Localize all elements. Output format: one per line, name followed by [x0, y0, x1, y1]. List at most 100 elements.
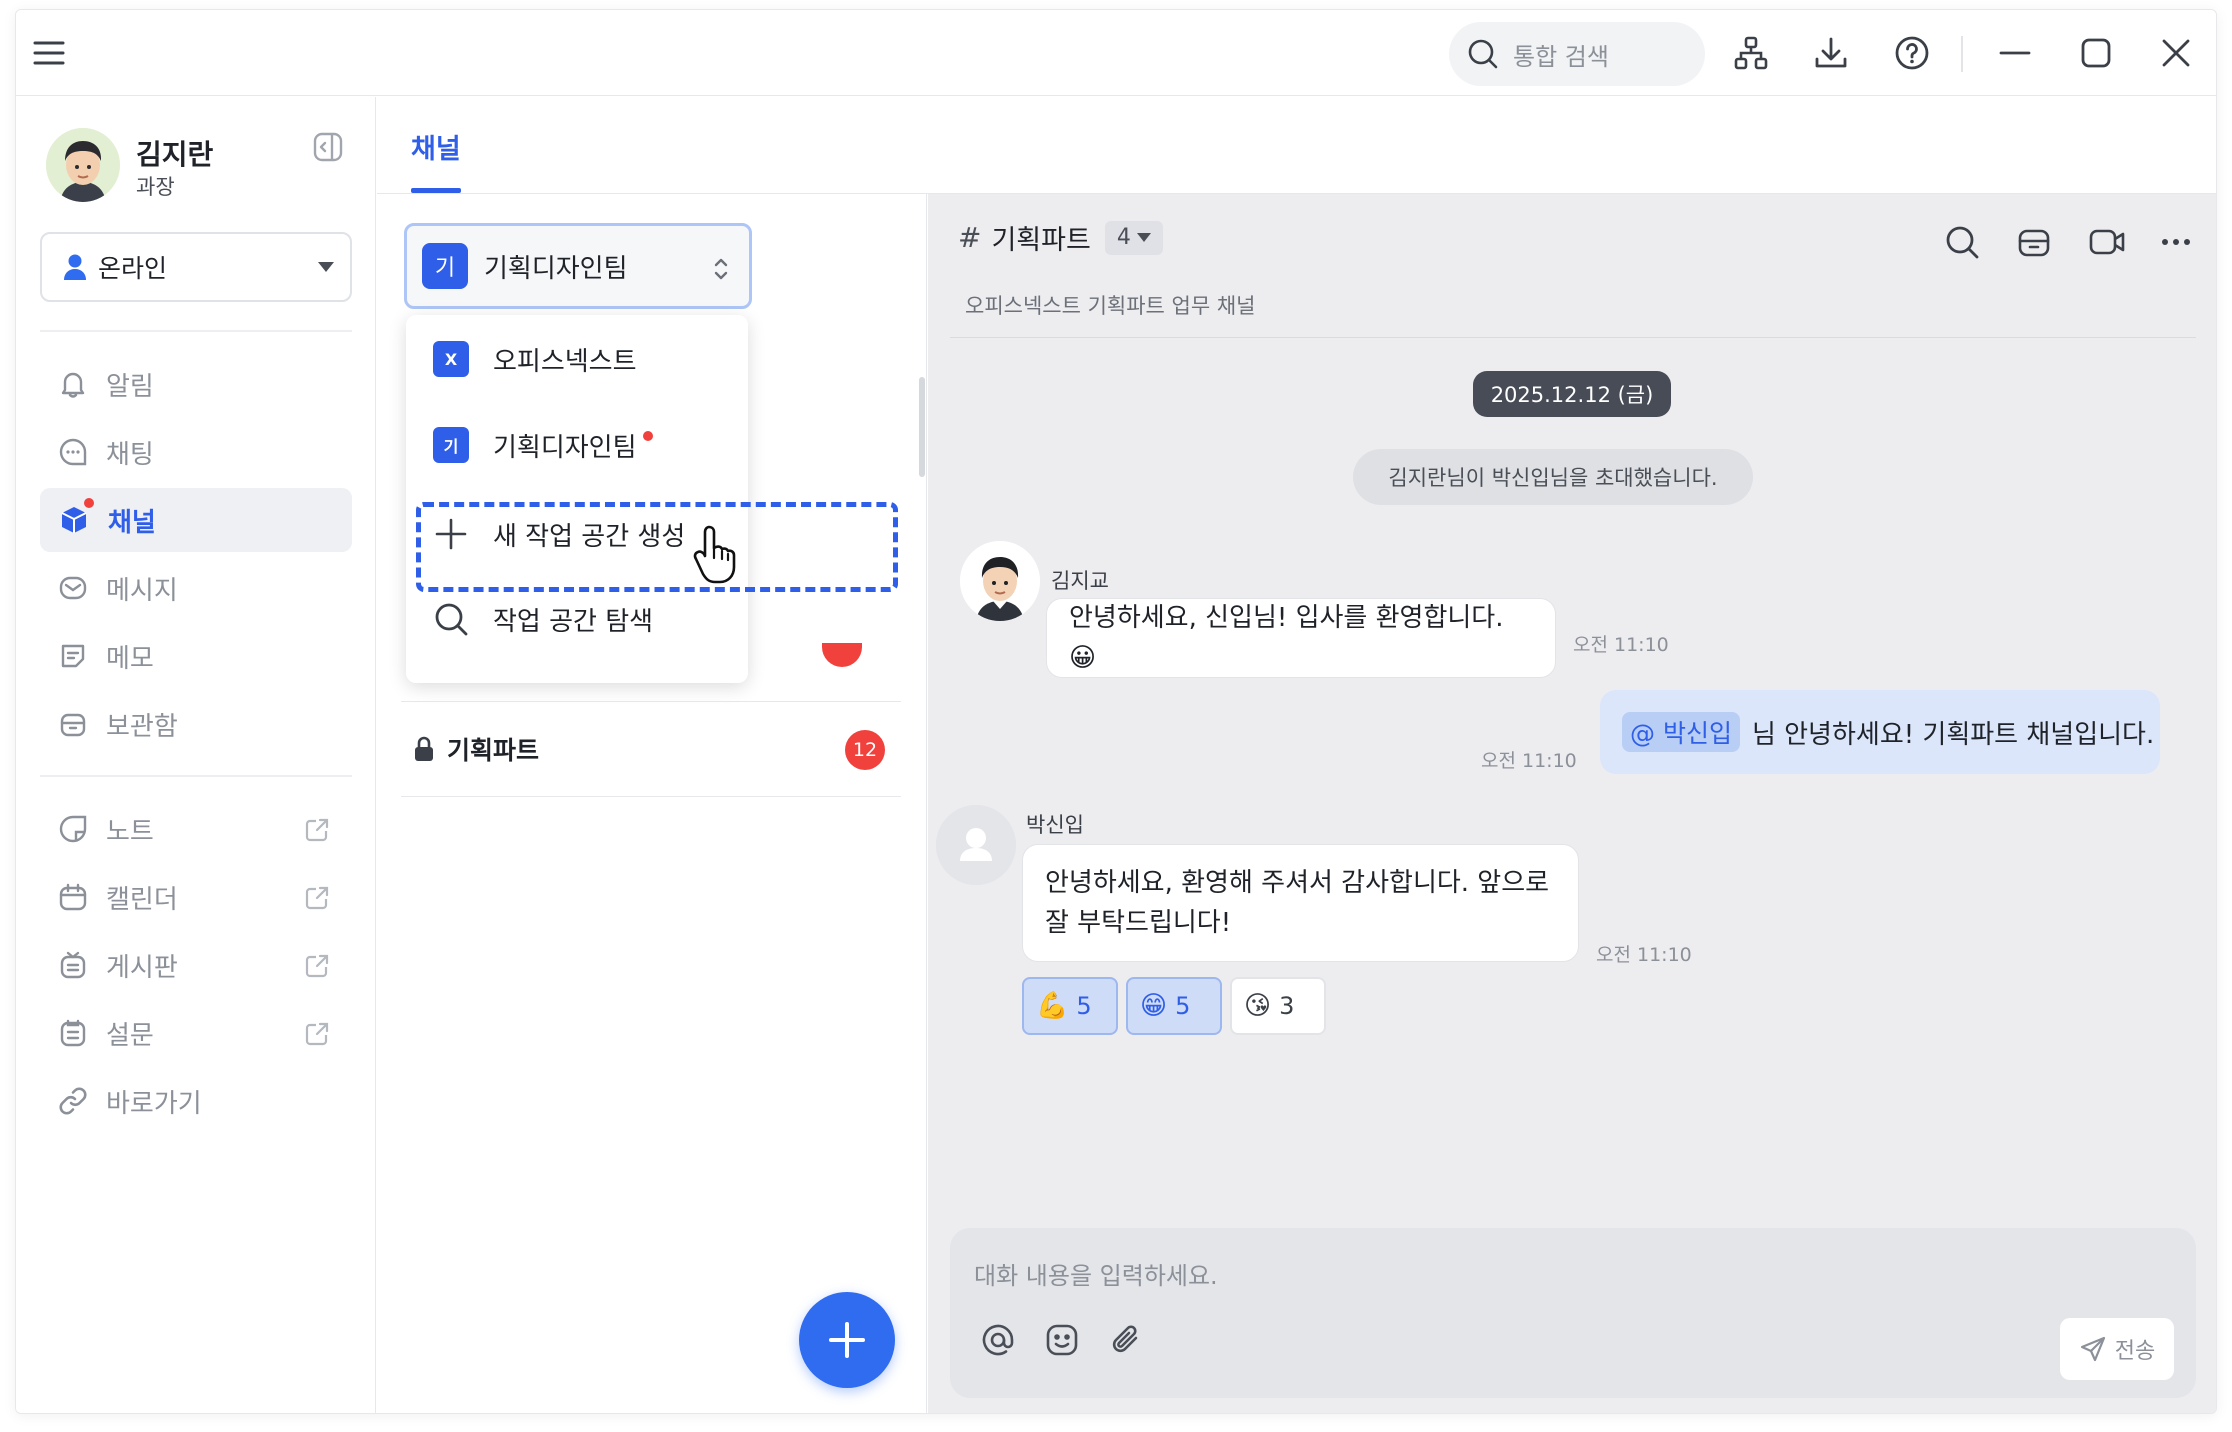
search-icon: [1468, 39, 1498, 69]
person-icon: [64, 254, 86, 280]
channel-item[interactable]: 기획파트 12: [401, 701, 901, 797]
hand-pointer-cursor-icon: [693, 525, 736, 584]
message-composer[interactable]: 대화 내용을 입력하세요. 전송: [950, 1228, 2196, 1398]
sidebar-item-channel[interactable]: 채널: [40, 488, 352, 552]
reaction-count: 3: [1279, 992, 1295, 1020]
sidebar-item-archive[interactable]: 보관함: [40, 692, 352, 756]
message-bubble[interactable]: 안녕하세요, 신입님! 입사를 환영합니다. 😀: [1046, 598, 1556, 678]
reaction-chip[interactable]: 💪 5: [1022, 977, 1118, 1035]
sidebar-item-board[interactable]: 게시판: [40, 933, 352, 997]
scrollbar[interactable]: [919, 377, 925, 477]
send-icon: [2080, 1336, 2105, 1362]
chevron-down-icon: [1136, 233, 1151, 242]
titlebar-divider: [1961, 36, 1963, 72]
video-call-icon[interactable]: [2088, 224, 2128, 264]
message-text: 안녕하세요, 신입님! 입사를 환영합니다. 😀: [1069, 603, 1504, 673]
member-count[interactable]: 4: [1104, 220, 1163, 255]
external-link-icon: [305, 954, 329, 978]
workspace-option-label: 오피스넥스트: [493, 346, 637, 377]
workspace-select[interactable]: 기 기획디자인팀: [404, 223, 752, 309]
sidebar: 김지란 과장 온라인 알림 채팅 채널 메시지 메모 보관함 노트 캘린더 게시…: [16, 97, 376, 1413]
channel-name: 기획파트: [447, 736, 540, 765]
message-icon: [59, 576, 87, 600]
more-icon[interactable]: [2158, 224, 2198, 264]
app-window: 통합 검색 김지란 과장 온라인 알림 채팅 채널 메시지 메모 보관함 노트 …: [15, 9, 2217, 1414]
sidebar-item-chat[interactable]: 채팅: [40, 420, 352, 484]
message-bubble[interactable]: 안녕하세요, 환영해 주셔서 감사합니다. 앞으로 잘 부탁드립니다!: [1022, 844, 1579, 962]
reaction-emoji: 😘: [1244, 991, 1272, 1021]
user-name: 김지란: [136, 138, 214, 171]
plus-icon: [435, 518, 467, 550]
mention-tag[interactable]: @ 박신입: [1622, 712, 1740, 752]
workspace-option-planning-design[interactable]: 기 기획디자인팀: [406, 410, 748, 480]
link-icon: [59, 1087, 87, 1115]
send-label: 전송: [2114, 1339, 2156, 1364]
explore-workspace-option[interactable]: 작업 공간 탐색: [406, 584, 748, 654]
workspace-chip: 기: [422, 243, 468, 289]
org-chart-icon[interactable]: [1728, 30, 1774, 76]
archive-icon[interactable]: [2016, 224, 2056, 264]
workspace-chip: 기: [433, 427, 469, 463]
emoji-icon[interactable]: [1044, 1322, 1080, 1358]
collapse-sidebar-icon[interactable]: [312, 131, 344, 163]
lock-icon: [415, 736, 433, 761]
workspace-option-officenext[interactable]: X 오피스넥스트: [406, 324, 748, 394]
sidebar-item-label: 보관함: [106, 711, 178, 742]
download-icon[interactable]: [1808, 30, 1854, 76]
attachment-icon[interactable]: [1108, 1322, 1144, 1358]
search-icon[interactable]: [1944, 224, 1984, 264]
workspace-option-label: 작업 공간 탐색: [493, 606, 654, 637]
unread-badge: 12: [845, 730, 885, 770]
global-search[interactable]: 통합 검색: [1449, 22, 1705, 86]
sidebar-item-label: 메모: [106, 643, 154, 674]
memo-icon: [61, 644, 85, 668]
message-text: 잘 부탁드립니다!: [1045, 908, 1232, 938]
reaction-chip[interactable]: 😘 3: [1230, 977, 1326, 1035]
avatar[interactable]: [936, 805, 1016, 885]
status-select[interactable]: 온라인: [40, 232, 352, 302]
search-placeholder: 통합 검색: [1513, 42, 1609, 71]
sidebar-item-shortcut[interactable]: 바로가기: [40, 1069, 352, 1133]
bell-icon: [61, 372, 85, 398]
external-link-icon: [305, 818, 329, 842]
workspace-name: 기획디자인팀: [484, 253, 628, 284]
send-button[interactable]: 전송: [2060, 1318, 2174, 1380]
avatar[interactable]: [46, 128, 120, 202]
composer-input[interactable]: 대화 내용을 입력하세요.: [974, 1256, 1218, 1291]
reaction-count: 5: [1076, 992, 1092, 1020]
tab-channel[interactable]: 채널: [411, 127, 461, 166]
minimize-icon[interactable]: [1992, 30, 2038, 76]
chat-icon: [59, 438, 87, 466]
channel-header: # 기획파트 4: [958, 218, 1163, 257]
sidebar-item-note[interactable]: 노트: [40, 797, 352, 861]
sidebar-item-label: 메시지: [106, 575, 178, 606]
my-message-bubble[interactable]: @ 박신입 님 안녕하세요! 기획파트 채널입니다.: [1600, 690, 2160, 774]
sidebar-item-calendar[interactable]: 캘린더: [40, 865, 352, 929]
reaction-chip[interactable]: 😁 5: [1126, 977, 1222, 1035]
avatar[interactable]: [960, 541, 1040, 621]
message-text: 님 안녕하세요! 기획파트 채널입니다.: [1751, 719, 2155, 750]
tab-bar-extension: [928, 97, 2216, 194]
tab-indicator: [411, 188, 461, 193]
close-icon[interactable]: [2153, 30, 2199, 76]
plus-icon: [829, 1322, 865, 1358]
message-time: 오전 11:10: [1596, 944, 1692, 966]
maximize-icon[interactable]: [2073, 30, 2119, 76]
workspace-dropdown: X 오피스넥스트 기 기획디자인팀 새 작업 공간 생성 작업 공간 탐색: [406, 315, 898, 683]
sidebar-item-messages[interactable]: 메시지: [40, 556, 352, 620]
help-icon[interactable]: [1889, 30, 1935, 76]
divider: [40, 775, 352, 777]
reaction-count: 5: [1175, 992, 1191, 1020]
member-count-value: 4: [1116, 225, 1131, 250]
mention-icon[interactable]: [980, 1322, 1016, 1358]
user-role: 과장: [136, 175, 175, 199]
survey-icon: [60, 1019, 86, 1047]
workspace-option-label: 새 작업 공간 생성: [493, 521, 686, 552]
sidebar-item-survey[interactable]: 설문: [40, 1001, 352, 1065]
sidebar-item-alerts[interactable]: 알림: [40, 352, 352, 416]
sidebar-item-label: 설문: [106, 1020, 154, 1051]
menu-icon[interactable]: [26, 30, 72, 76]
sidebar-item-label: 바로가기: [106, 1088, 202, 1119]
add-channel-button[interactable]: [799, 1292, 895, 1388]
sidebar-item-memo[interactable]: 메모: [40, 624, 352, 688]
